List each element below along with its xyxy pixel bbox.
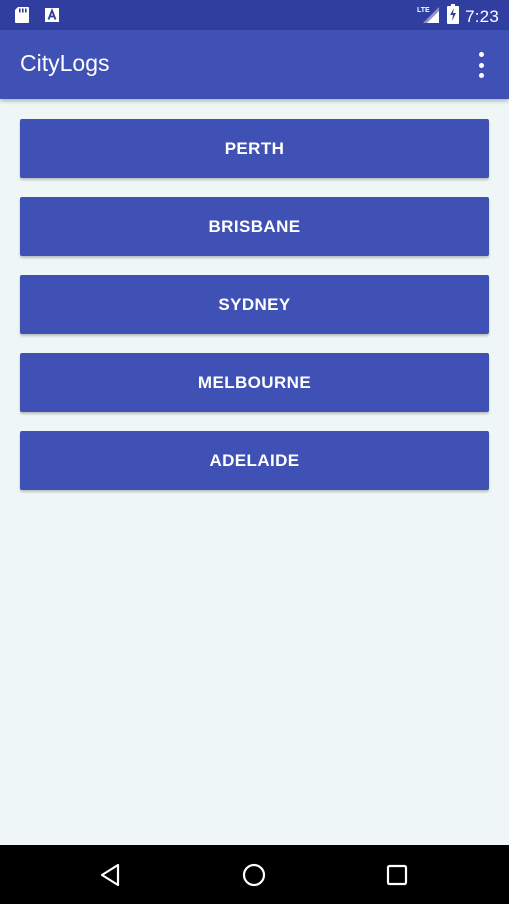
back-icon[interactable] — [95, 859, 127, 891]
city-button-melbourne[interactable]: MELBOURNE — [20, 353, 489, 412]
app-title: CityLogs — [20, 50, 110, 76]
more-vert-icon[interactable] — [469, 52, 493, 78]
recents-icon[interactable] — [381, 859, 413, 891]
city-list: PERTH BRISBANE SYDNEY MELBOURNE ADELAIDE — [20, 119, 489, 509]
city-button-perth[interactable]: PERTH — [20, 119, 489, 178]
network-type-label: LTE — [417, 7, 430, 14]
clock-time: 7:23 — [465, 6, 499, 26]
city-button-adelaide[interactable]: ADELAIDE — [20, 431, 489, 490]
status-right-icons: LTE 7:23 — [417, 4, 499, 29]
navigation-bar — [0, 845, 509, 904]
city-button-brisbane[interactable]: BRISBANE — [20, 197, 489, 256]
signal-icon: LTE — [417, 4, 441, 29]
menu-dot — [478, 73, 484, 78]
status-bar: LTE 7:23 — [0, 0, 509, 30]
menu-dot — [478, 52, 484, 57]
app-bar: CityLogs — [0, 30, 509, 99]
sd-card-icon — [14, 6, 30, 29]
battery-charging-icon — [447, 4, 460, 29]
city-button-sydney[interactable]: SYDNEY — [20, 275, 489, 334]
menu-dot — [478, 62, 484, 68]
home-icon[interactable] — [238, 859, 270, 891]
keyboard-a-icon — [44, 7, 60, 28]
status-left-icons — [14, 6, 60, 29]
